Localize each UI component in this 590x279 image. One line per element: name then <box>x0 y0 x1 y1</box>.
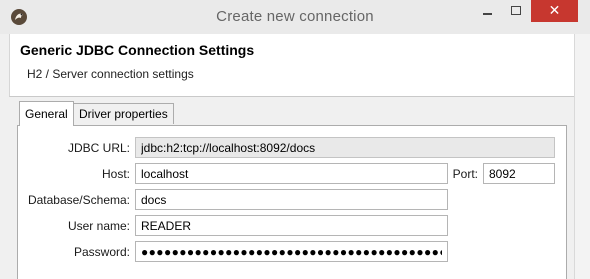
maximize-button[interactable] <box>503 0 529 22</box>
page-subtitle: H2 / Server connection settings <box>27 67 194 81</box>
side-strip <box>574 34 590 279</box>
database-field[interactable] <box>135 189 448 210</box>
host-label: Host: <box>101 167 130 181</box>
port-field[interactable] <box>483 163 555 184</box>
page-title: Generic JDBC Connection Settings <box>20 42 255 58</box>
password-label: Password: <box>73 245 130 259</box>
close-button[interactable]: ✕ <box>531 0 578 22</box>
database-label: Database/Schema: <box>27 193 130 207</box>
close-icon: ✕ <box>548 2 561 18</box>
minimize-button[interactable] <box>470 0 504 22</box>
jdbc-url-field[interactable] <box>135 137 555 158</box>
host-field[interactable] <box>135 163 448 184</box>
user-name-field[interactable] <box>135 215 448 236</box>
tab-driver-properties[interactable]: Driver properties <box>73 103 174 124</box>
password-field[interactable] <box>135 241 448 262</box>
wizard-header: Generic JDBC Connection Settings H2 / Se… <box>9 34 575 97</box>
port-label: Port: <box>452 167 478 181</box>
user-name-label: User name: <box>67 219 130 233</box>
tab-general[interactable]: General <box>19 101 74 126</box>
window-titlebar[interactable]: Create new connection ✕ <box>0 0 590 34</box>
jdbc-url-label: JDBC URL: <box>67 141 130 155</box>
